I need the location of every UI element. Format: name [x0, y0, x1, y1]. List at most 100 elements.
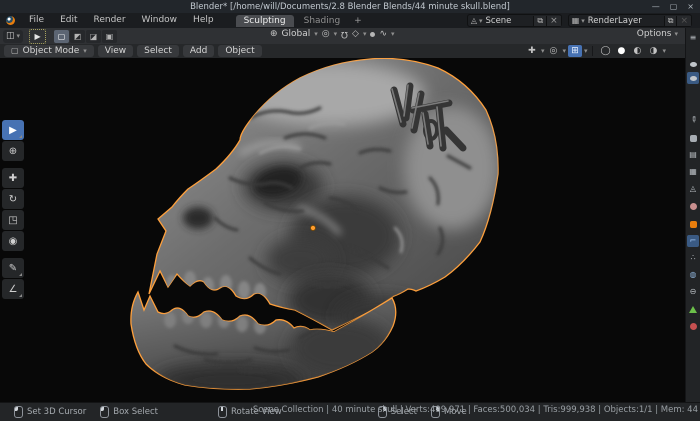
- tool-3d-cursor[interactable]: ⊕: [2, 141, 24, 161]
- tool-select-box[interactable]: ▶: [2, 120, 24, 140]
- unlink-scene-button[interactable]: ×: [546, 16, 561, 26]
- menu-render[interactable]: Render: [86, 13, 134, 28]
- left-mouse-drag-icon: [100, 406, 109, 418]
- skull-render: [0, 58, 700, 402]
- scene-selector[interactable]: ◬ ▾ Scene ⧉ ×: [467, 14, 562, 27]
- chevron-down-icon: ▾: [541, 47, 545, 55]
- new-scene-button[interactable]: ⧉: [533, 16, 546, 26]
- chevron-down-icon: ▾: [334, 30, 338, 38]
- options-cluster: Options ▾: [637, 29, 678, 39]
- chevron-down-icon: ▾: [562, 47, 566, 55]
- select-mode-set[interactable]: ▢: [54, 30, 69, 43]
- shading-wireframe-button[interactable]: ◯: [598, 45, 612, 57]
- tab-physics[interactable]: ◍: [687, 269, 699, 281]
- object-mode-icon: ▢: [11, 45, 19, 57]
- menu-view[interactable]: View: [98, 45, 133, 57]
- tab-scene[interactable]: ◬: [687, 183, 699, 195]
- close-button[interactable]: ×: [687, 2, 694, 11]
- falloff-curve-button[interactable]: ∿: [379, 29, 387, 39]
- chevron-down-icon: ▾: [363, 30, 367, 38]
- 3d-viewport[interactable]: ▶ ⊕ ✚ ↻ ◳ ◉ ✎ ∠: [0, 58, 700, 402]
- menu-select[interactable]: Select: [137, 45, 179, 57]
- tab-view-layer[interactable]: ▦: [687, 166, 699, 178]
- scene-name[interactable]: Scene: [486, 16, 534, 26]
- scene-renderlayer-selectors: ◬ ▾ Scene ⧉ × ▦ ▾ RenderLayer ⧉ ×: [467, 14, 692, 27]
- xray-toggle[interactable]: ⊞: [568, 45, 582, 57]
- tool-transform[interactable]: ◉: [2, 231, 24, 251]
- left-mouse-icon: [14, 406, 23, 418]
- add-workspace-button[interactable]: +: [350, 15, 366, 27]
- minimize-button[interactable]: —: [652, 2, 660, 11]
- proportional-editing-toggle[interactable]: [370, 32, 375, 37]
- tab-modifiers[interactable]: ⌐: [687, 235, 699, 247]
- pivot-point-button[interactable]: ◎: [322, 29, 330, 39]
- restore-button[interactable]: ▢: [670, 2, 678, 11]
- render-layer-selector[interactable]: ▦ ▾ RenderLayer ⧉ ×: [568, 14, 692, 27]
- tool-rotate[interactable]: ↻: [2, 189, 24, 209]
- tab-shading[interactable]: Shading: [296, 15, 349, 27]
- scene-statistics: Scene Collection | 40 minute skull | Ver…: [253, 405, 698, 415]
- menu-file[interactable]: File: [21, 13, 52, 28]
- options-dropdown[interactable]: Options: [637, 29, 672, 39]
- menu-edit[interactable]: Edit: [52, 13, 85, 28]
- hint-box-select: Box Select: [100, 406, 158, 418]
- orientation-icon: ⊕: [270, 29, 278, 39]
- chevron-down-icon: ▾: [17, 32, 21, 40]
- select-mode-extend[interactable]: ◩: [70, 30, 85, 43]
- tab-object[interactable]: [687, 218, 699, 230]
- scene-icon: ◬: [468, 16, 479, 25]
- viewport-display-cluster: ✚ ▾ ◎ ▾ ⊞ ▾ ◯ ● ◐ ◑ ▾: [525, 45, 666, 57]
- menu-add[interactable]: Add: [183, 45, 214, 57]
- active-tool-button[interactable]: ▶: [29, 29, 46, 44]
- show-overlays-toggle[interactable]: ◎: [546, 45, 560, 57]
- blender-logo-icon[interactable]: [6, 16, 15, 25]
- tab-material[interactable]: [687, 320, 699, 332]
- workspace-tabs: Sculpting Shading +: [236, 15, 366, 27]
- outliner-eye-icon-selected[interactable]: [687, 72, 699, 84]
- chevron-down-icon: ▾: [581, 17, 585, 25]
- titlebar: Blender* [/home/will/Documents/2.8 Blend…: [0, 0, 700, 13]
- menu-object[interactable]: Object: [218, 45, 261, 57]
- outliner-eye-icon[interactable]: [687, 58, 699, 70]
- transform-snap-cluster: ⊕ Global ▾ ◎ ▾ Ω ◇ ▾ ∿ ▾: [270, 29, 395, 39]
- shading-solid-button[interactable]: ●: [614, 45, 628, 57]
- tab-render[interactable]: [687, 132, 699, 144]
- tab-world[interactable]: [687, 200, 699, 212]
- shading-material-button[interactable]: ◐: [630, 45, 644, 57]
- snap-target-button[interactable]: ◇: [352, 29, 359, 39]
- show-gizmo-toggle[interactable]: ✚: [525, 45, 539, 57]
- window-title: Blender* [/home/will/Documents/2.8 Blend…: [190, 2, 510, 12]
- viewport-editor-icon: ◫: [6, 31, 15, 41]
- tab-sculpting[interactable]: Sculpting: [236, 15, 294, 27]
- menu-window[interactable]: Window: [134, 13, 186, 28]
- select-mode-group: ▢ ◩ ◪ ▣: [54, 30, 117, 43]
- hint-set-3d-cursor: Set 3D Cursor: [14, 406, 86, 418]
- select-cursor-icon: ▶: [34, 32, 40, 41]
- object-mode-dropdown[interactable]: ▢ Object Mode ▾: [4, 45, 94, 57]
- hint-label: Box Select: [113, 407, 158, 417]
- render-layer-icon: ▦: [569, 16, 582, 25]
- tool-scale[interactable]: ◳: [2, 210, 24, 230]
- tab-particles[interactable]: ∴: [687, 252, 699, 264]
- tab-constraints[interactable]: ⊖: [687, 286, 699, 298]
- tool-move[interactable]: ✚: [2, 168, 24, 188]
- tool-annotate[interactable]: ✎: [2, 258, 24, 278]
- transform-orientation-dropdown[interactable]: Global: [282, 29, 311, 39]
- render-layer-name[interactable]: RenderLayer: [588, 16, 664, 26]
- menu-help[interactable]: Help: [185, 13, 222, 28]
- shading-rendered-button[interactable]: ◑: [646, 45, 660, 57]
- select-mode-subtract[interactable]: ◪: [86, 30, 101, 43]
- tab-object-data[interactable]: [687, 303, 699, 315]
- tab-output[interactable]: ▤: [687, 149, 699, 161]
- tool-measure[interactable]: ∠: [2, 279, 24, 299]
- editor-type-button[interactable]: ◫ ▾: [3, 30, 23, 43]
- select-mode-intersect[interactable]: ▣: [102, 30, 117, 43]
- unlink-layer-button: ×: [676, 16, 691, 26]
- properties-editor-icon[interactable]: ≡: [687, 32, 699, 44]
- new-layer-button[interactable]: ⧉: [664, 16, 677, 26]
- chevron-down-icon: ▾: [391, 30, 395, 38]
- chevron-down-icon: ▾: [674, 30, 678, 38]
- tool-column: ▶ ⊕ ✚ ↻ ◳ ◉ ✎ ∠: [2, 120, 24, 300]
- snap-toggle-magnet-icon[interactable]: Ω: [341, 29, 348, 39]
- tab-active-tool[interactable]: ✎: [687, 114, 699, 126]
